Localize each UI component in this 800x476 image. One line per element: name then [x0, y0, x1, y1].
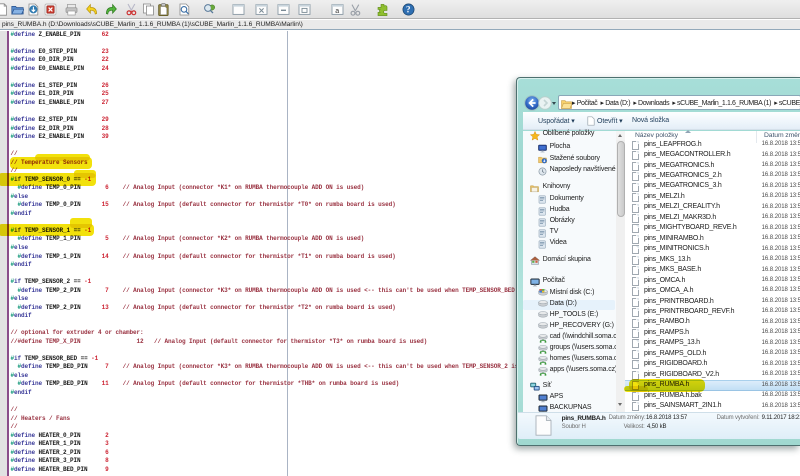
svg-text:?: ?	[406, 5, 411, 15]
svg-text:a: a	[335, 8, 339, 15]
